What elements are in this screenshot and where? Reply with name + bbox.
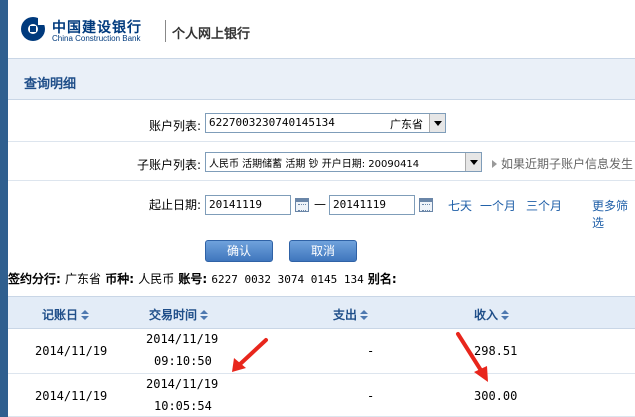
red-arrow-annotation-icon	[232, 338, 268, 372]
page-title-bar: 查询明细	[8, 58, 635, 100]
subaccount-hint: 如果近期子账户信息发生	[492, 155, 633, 172]
currency-value: 人民币	[138, 272, 175, 286]
sort-icon	[81, 310, 90, 320]
transaction-date-cell: 2014/11/19	[146, 377, 219, 391]
three-months-link[interactable]: 三个月	[526, 197, 562, 214]
col-header-posting-date[interactable]: 记账日	[42, 306, 90, 323]
end-date-input[interactable]: 20141119	[329, 195, 415, 215]
subaccount-row: 子账户列表: 人民币 活期储蓄 活期 钞 开户日期: 20090414 如果近期…	[8, 143, 635, 181]
left-frame-strip	[0, 0, 8, 417]
posting-date-cell: 2014/11/19	[35, 344, 108, 358]
sort-icon	[200, 310, 209, 320]
income-cell: 300.00	[474, 389, 518, 403]
table-row: 2014/11/19 2014/11/19 09:10:50 - 298.51	[8, 329, 635, 374]
transaction-date-cell: 2014/11/19	[146, 332, 219, 346]
subaccount-value: 人民币 活期储蓄 活期 钞 开户日期: 20090414	[209, 159, 420, 170]
confirm-button[interactable]: 确认	[205, 240, 273, 262]
branch-label: 签约分行:	[8, 272, 61, 286]
expense-cell: -	[367, 389, 375, 403]
calendar-icon[interactable]	[419, 198, 433, 212]
account-summary: 签约分行: 广东省 币种: 人民币 账号: 6227 0032 3074 014…	[8, 270, 635, 287]
cancel-button[interactable]: 取消	[289, 240, 357, 262]
col-header-income[interactable]: 收入	[474, 306, 510, 323]
bank-header: 中国建设银行 China Construction Bank 个人网上银行	[8, 0, 635, 58]
bank-name-en: China Construction Bank	[52, 34, 141, 43]
triangle-right-icon	[492, 160, 497, 168]
chevron-down-icon	[429, 114, 445, 132]
branch-value: 广东省	[65, 272, 102, 286]
logo-divider	[165, 20, 166, 42]
account-region: 广东省	[390, 118, 423, 131]
posting-date-cell: 2014/11/19	[35, 389, 108, 403]
subaccount-hint-text: 如果近期子账户信息发生	[501, 157, 634, 171]
account-number: 6227003230740145134	[209, 116, 335, 129]
transaction-time-cell: 10:05:54	[154, 399, 212, 413]
expense-cell: -	[367, 344, 375, 358]
col-header-expense[interactable]: 支出	[333, 306, 369, 323]
account-number-label: 账号:	[178, 272, 208, 286]
col-header-transaction-time[interactable]: 交易时间	[149, 306, 209, 323]
alias-label: 别名:	[367, 272, 397, 286]
product-name: 个人网上银行	[172, 27, 251, 42]
sort-icon	[501, 310, 510, 320]
page-title: 查询明细	[24, 77, 77, 92]
transaction-time-cell: 09:10:50	[154, 354, 212, 368]
date-range-row: 起止日期: 20141119 — 20141119 七天 一个月 三个月 更多筛…	[8, 183, 635, 230]
calendar-icon[interactable]	[295, 198, 309, 212]
more-filter-link[interactable]: 更多筛选	[592, 197, 635, 231]
account-row: 账户列表: 6227003230740145134 广东省	[8, 104, 635, 142]
subaccount-select[interactable]: 人民币 活期储蓄 活期 钞 开户日期: 20090414	[205, 152, 482, 172]
account-number-value: 6227 0032 3074 0145 134	[211, 273, 364, 286]
currency-label: 币种:	[105, 272, 135, 286]
account-label: 账户列表:	[148, 119, 201, 133]
start-date-input[interactable]: 20141119	[205, 195, 291, 215]
date-range-dash: —	[314, 197, 326, 211]
seven-days-link[interactable]: 七天	[448, 197, 472, 214]
red-arrow-annotation-icon	[456, 332, 488, 382]
account-select[interactable]: 6227003230740145134 广东省	[205, 113, 446, 133]
chevron-down-icon	[465, 153, 481, 171]
one-month-link[interactable]: 一个月	[480, 197, 516, 214]
subaccount-label: 子账户列表:	[136, 158, 201, 172]
sort-icon	[360, 310, 369, 320]
table-row: 2014/11/19 2014/11/19 10:05:54 - 300.00	[8, 374, 635, 417]
ccb-logo-icon	[21, 16, 46, 41]
date-range-label: 起止日期:	[148, 198, 201, 212]
table-header: 记账日 交易时间 支出 收入	[8, 296, 635, 329]
